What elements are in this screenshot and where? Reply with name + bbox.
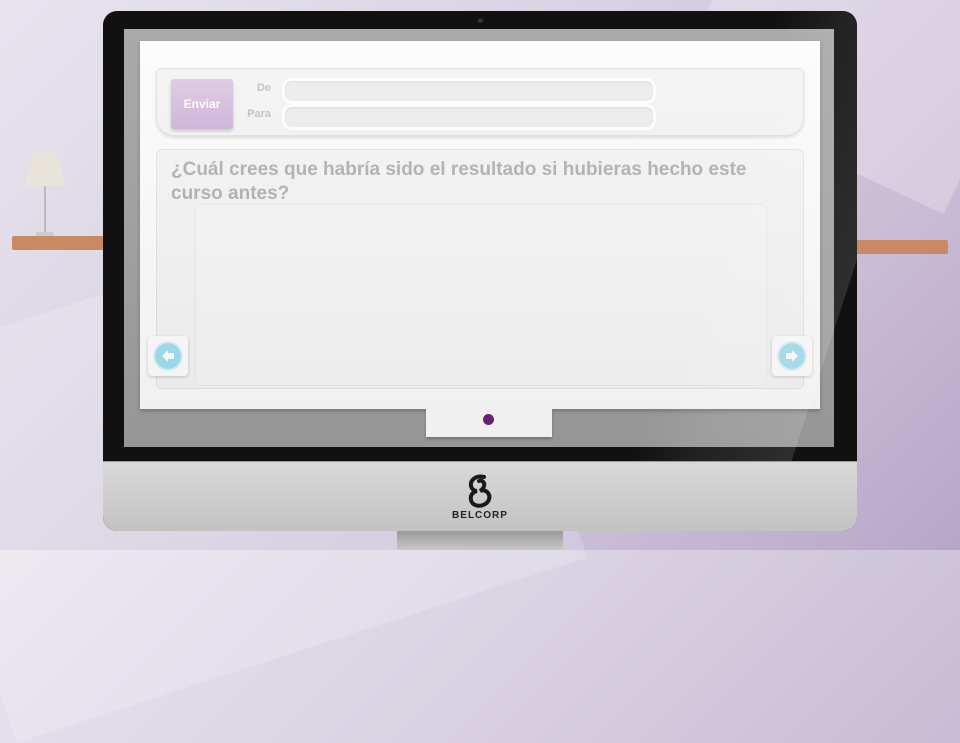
from-field[interactable] [282,78,656,104]
prev-button[interactable] [148,336,188,376]
from-label: De [256,82,271,94]
arrow-left-icon [155,343,181,369]
question-text: ¿Cuál crees que habría sido el resultado… [171,159,747,204]
send-button[interactable]: Enviar [171,79,233,129]
desk-decoration [12,236,107,250]
monitor-stand [397,531,563,550]
lamp-decoration [24,152,66,186]
brand-logo: BELCORP [103,474,857,521]
monitor: Enviar De Para ¿Cuál crees que habría si… [103,11,857,531]
email-header: Enviar De Para [156,68,804,136]
lamp-decoration [44,186,46,236]
desk-decoration [852,240,948,254]
to-label: Para [247,108,271,120]
monitor-chin: BELCORP [103,461,857,531]
to-field[interactable] [282,104,656,130]
pagination [426,409,552,437]
belcorp-logo-icon [466,474,494,508]
page-indicator-dot[interactable] [483,414,494,425]
camera-icon [478,18,483,23]
brand-name: BELCORP [452,510,508,521]
